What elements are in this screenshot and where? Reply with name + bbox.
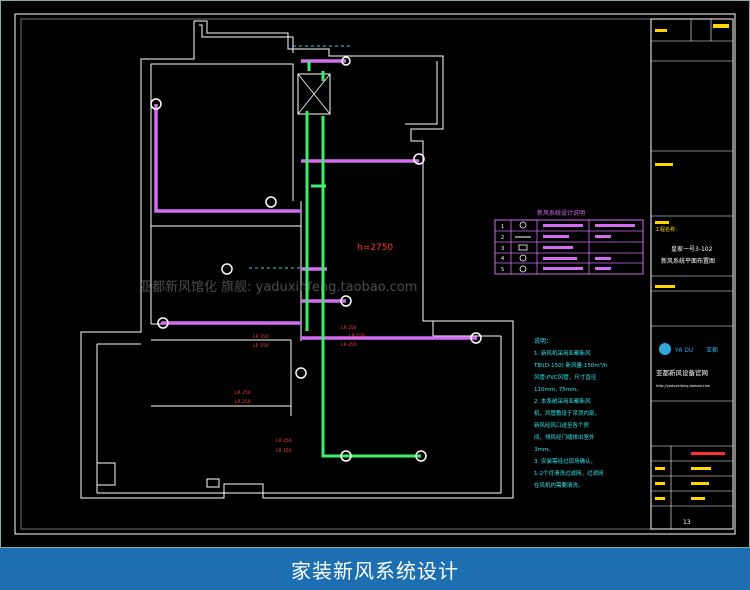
screenshot-frame: h=2750 LR 250 LR 250 LR 150 LR 150 LR 25… xyxy=(0,0,750,590)
notes-line: 1-2个月清洗过滤网，过滤网 xyxy=(534,469,604,477)
diffuser-symbol-icon xyxy=(519,254,527,262)
company-url: http://yaduxinfeng.taobao.com xyxy=(656,384,711,388)
cad-drawing-canvas: h=2750 LR 250 LR 250 LR 150 LR 150 LR 25… xyxy=(0,0,750,548)
title-block: 工程名称： 皇家一号3-102 新风系统平面布置图 YA DU 亚都 亚都新风设… xyxy=(650,18,734,530)
drawing-name: 新风系统平面布置图 xyxy=(661,257,715,265)
unit-symbol-icon xyxy=(519,221,527,229)
caption-banner: 家装新风系统设计 xyxy=(0,548,750,590)
dim-label: LR 150 xyxy=(253,343,269,349)
notes-line: 1. 新风机采用亚都新风 xyxy=(534,349,591,357)
design-notes: 说明： 1. 新风机采用亚都新风 TBI(D-150) 新风量:150m³/h … xyxy=(533,337,608,489)
notes-line: 在风机内需要清洗。 xyxy=(534,481,584,489)
diffuser-icon xyxy=(265,196,277,208)
dim-label: LR 250 xyxy=(341,325,357,331)
outlet-icon xyxy=(295,367,307,379)
legend-row-num: 2 xyxy=(501,235,504,241)
notes-line: 3mm。 xyxy=(534,447,554,453)
legend-title: 新风系统设计说明 xyxy=(537,209,585,217)
legend-table: 新风系统设计说明 1 2 3 4 5 xyxy=(494,209,644,275)
dim-label: LR 250 xyxy=(235,390,251,396)
notes-line: 风管:PVC风管，尺寸直径 xyxy=(534,373,597,381)
legend-row-num: 4 xyxy=(501,256,504,262)
brand-initials: YA DU xyxy=(674,347,693,354)
notes-line: 2. 本系统采用亚都新风 xyxy=(534,397,591,405)
dash-lines xyxy=(249,45,351,269)
air-outlets xyxy=(150,56,482,462)
notes-line: TBI(D-150) 新风量:150m³/h xyxy=(533,361,608,369)
walls xyxy=(80,20,514,499)
legend-row-num: 3 xyxy=(501,246,504,252)
dim-label: LR 150 xyxy=(253,334,269,340)
notes-line: 110mm, 75mm。 xyxy=(534,387,582,393)
dim-label: LR 250 xyxy=(276,438,292,444)
notes-line: 新风经风口送至各个房 xyxy=(534,421,590,429)
brand-logo-icon xyxy=(659,343,671,355)
fresh-air-unit xyxy=(297,73,331,115)
dim-label: LR 150 xyxy=(349,333,365,339)
diffuser-icon xyxy=(221,263,233,275)
notes-line: 间，排风经门缝排出室外 xyxy=(534,433,595,441)
legend-row-num: 5 xyxy=(501,267,504,273)
brand-name: 亚都 xyxy=(706,346,718,354)
project-label: 工程名称： xyxy=(655,226,680,233)
dim-label: LR 150 xyxy=(276,448,292,454)
supply-ducts xyxy=(154,59,477,340)
notes-title: 说明： xyxy=(534,337,552,345)
notes-line: 机，风管敷设于吊顶内部， xyxy=(534,409,600,417)
project-name: 皇家一号3-102 xyxy=(671,245,713,253)
notes-line: 3. 安装需经过现场确认， xyxy=(534,457,596,465)
company-name: 亚都新风设备官网 xyxy=(656,368,708,377)
sheet-number: 13 xyxy=(683,519,691,526)
watermark: 亚都新风馆化 旗舰: yaduxinfeng.taobao.com xyxy=(139,279,417,295)
legend-row-num: 1 xyxy=(501,224,504,230)
valve-symbol-icon xyxy=(519,265,527,273)
floor-plan-svg: h=2750 LR 250 LR 250 LR 150 LR 150 LR 25… xyxy=(14,13,736,535)
height-tag: h=2750 xyxy=(357,243,393,253)
dim-label: LR 250 xyxy=(341,342,357,348)
outlet-symbol-icon xyxy=(518,244,528,251)
exhaust-ducts xyxy=(305,61,421,458)
dim-label: LR 250 xyxy=(235,399,251,405)
